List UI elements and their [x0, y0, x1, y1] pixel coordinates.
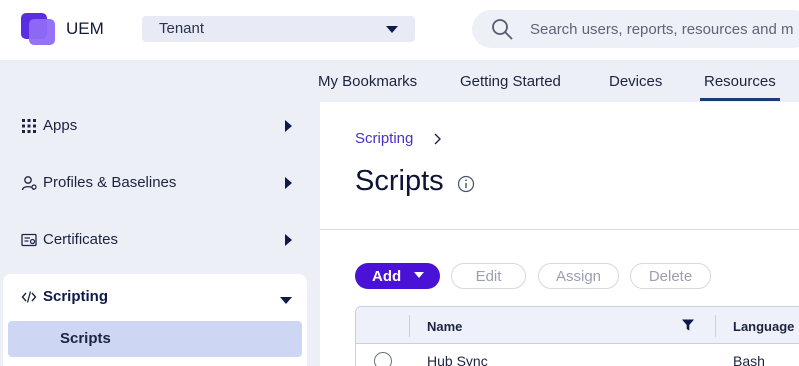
- edit-button[interactable]: Edit: [451, 263, 526, 289]
- column-header-language[interactable]: Language: [733, 319, 794, 334]
- add-button-label: Add: [372, 268, 402, 285]
- delete-button-label: Delete: [648, 268, 693, 285]
- tenant-label: Tenant: [159, 20, 205, 37]
- chevron-right-icon: [434, 133, 441, 145]
- global-search[interactable]: [472, 10, 799, 48]
- scripts-table: Name Language Hub Sync Bash: [355, 306, 799, 366]
- table-cell-language: Bash: [733, 353, 765, 366]
- uem-logo[interactable]: [21, 13, 55, 45]
- sidebar: Apps Profiles & Baselines Certificates S…: [0, 102, 320, 366]
- sidebar-item-certificates[interactable]: Certificates: [0, 220, 320, 260]
- sidebar-item-apps[interactable]: Apps: [0, 106, 320, 146]
- column-separator: [715, 315, 716, 337]
- sidebar-item-label: Certificates: [43, 231, 119, 248]
- top-navigation: My Bookmarks Getting Started Devices Res…: [0, 60, 799, 102]
- assign-button-label: Assign: [555, 268, 602, 285]
- caret-down-icon: [414, 272, 424, 278]
- user-settings-icon: [21, 176, 37, 191]
- top-bar: UEM Tenant: [0, 0, 799, 60]
- sidebar-item-label: Profiles & Baselines: [43, 174, 177, 191]
- sidebar-item-label: Apps: [43, 117, 78, 134]
- code-icon: [21, 291, 37, 303]
- edit-button-label: Edit: [475, 268, 502, 285]
- nav-tab-resources[interactable]: Resources: [700, 73, 780, 101]
- divider: [320, 229, 799, 230]
- sidebar-subitem-label: Scripts: [60, 330, 111, 347]
- main-content: Scripting Scripts Add Edit Assign Delete…: [320, 102, 799, 366]
- caret-right-icon: [285, 120, 292, 132]
- add-button[interactable]: Add: [355, 263, 440, 289]
- row-select-radio[interactable]: [374, 352, 392, 366]
- info-icon[interactable]: [457, 175, 475, 193]
- app-name: UEM: [66, 19, 104, 38]
- delete-button[interactable]: Delete: [630, 263, 711, 289]
- column-separator: [409, 315, 410, 337]
- grid-icon: [22, 119, 36, 133]
- caret-right-icon: [285, 177, 292, 189]
- table-cell-name[interactable]: Hub Sync: [427, 353, 488, 366]
- nav-tab-devices[interactable]: Devices: [609, 73, 662, 90]
- search-input[interactable]: [530, 19, 799, 39]
- tenant-selector[interactable]: Tenant: [142, 16, 415, 42]
- caret-down-icon: [280, 297, 292, 304]
- search-icon: [492, 19, 513, 40]
- sidebar-item-scripting[interactable]: Scripting: [0, 277, 320, 317]
- sidebar-subitem-scripts[interactable]: Scripts: [8, 321, 302, 357]
- caret-right-icon: [285, 234, 292, 246]
- breadcrumb-scripting[interactable]: Scripting: [355, 130, 413, 147]
- certificate-icon: [21, 233, 37, 247]
- page-title: Scripts: [355, 165, 444, 197]
- assign-button[interactable]: Assign: [538, 263, 619, 289]
- column-header-name[interactable]: Name: [427, 319, 462, 334]
- sidebar-item-profiles-baselines[interactable]: Profiles & Baselines: [0, 163, 320, 203]
- sidebar-item-label: Scripting: [43, 288, 109, 305]
- nav-tab-getting-started[interactable]: Getting Started: [460, 73, 561, 90]
- nav-tab-my-bookmarks[interactable]: My Bookmarks: [318, 73, 417, 90]
- table-header: Name Language: [356, 307, 799, 344]
- caret-down-icon: [386, 26, 398, 33]
- filter-icon[interactable]: [681, 318, 695, 332]
